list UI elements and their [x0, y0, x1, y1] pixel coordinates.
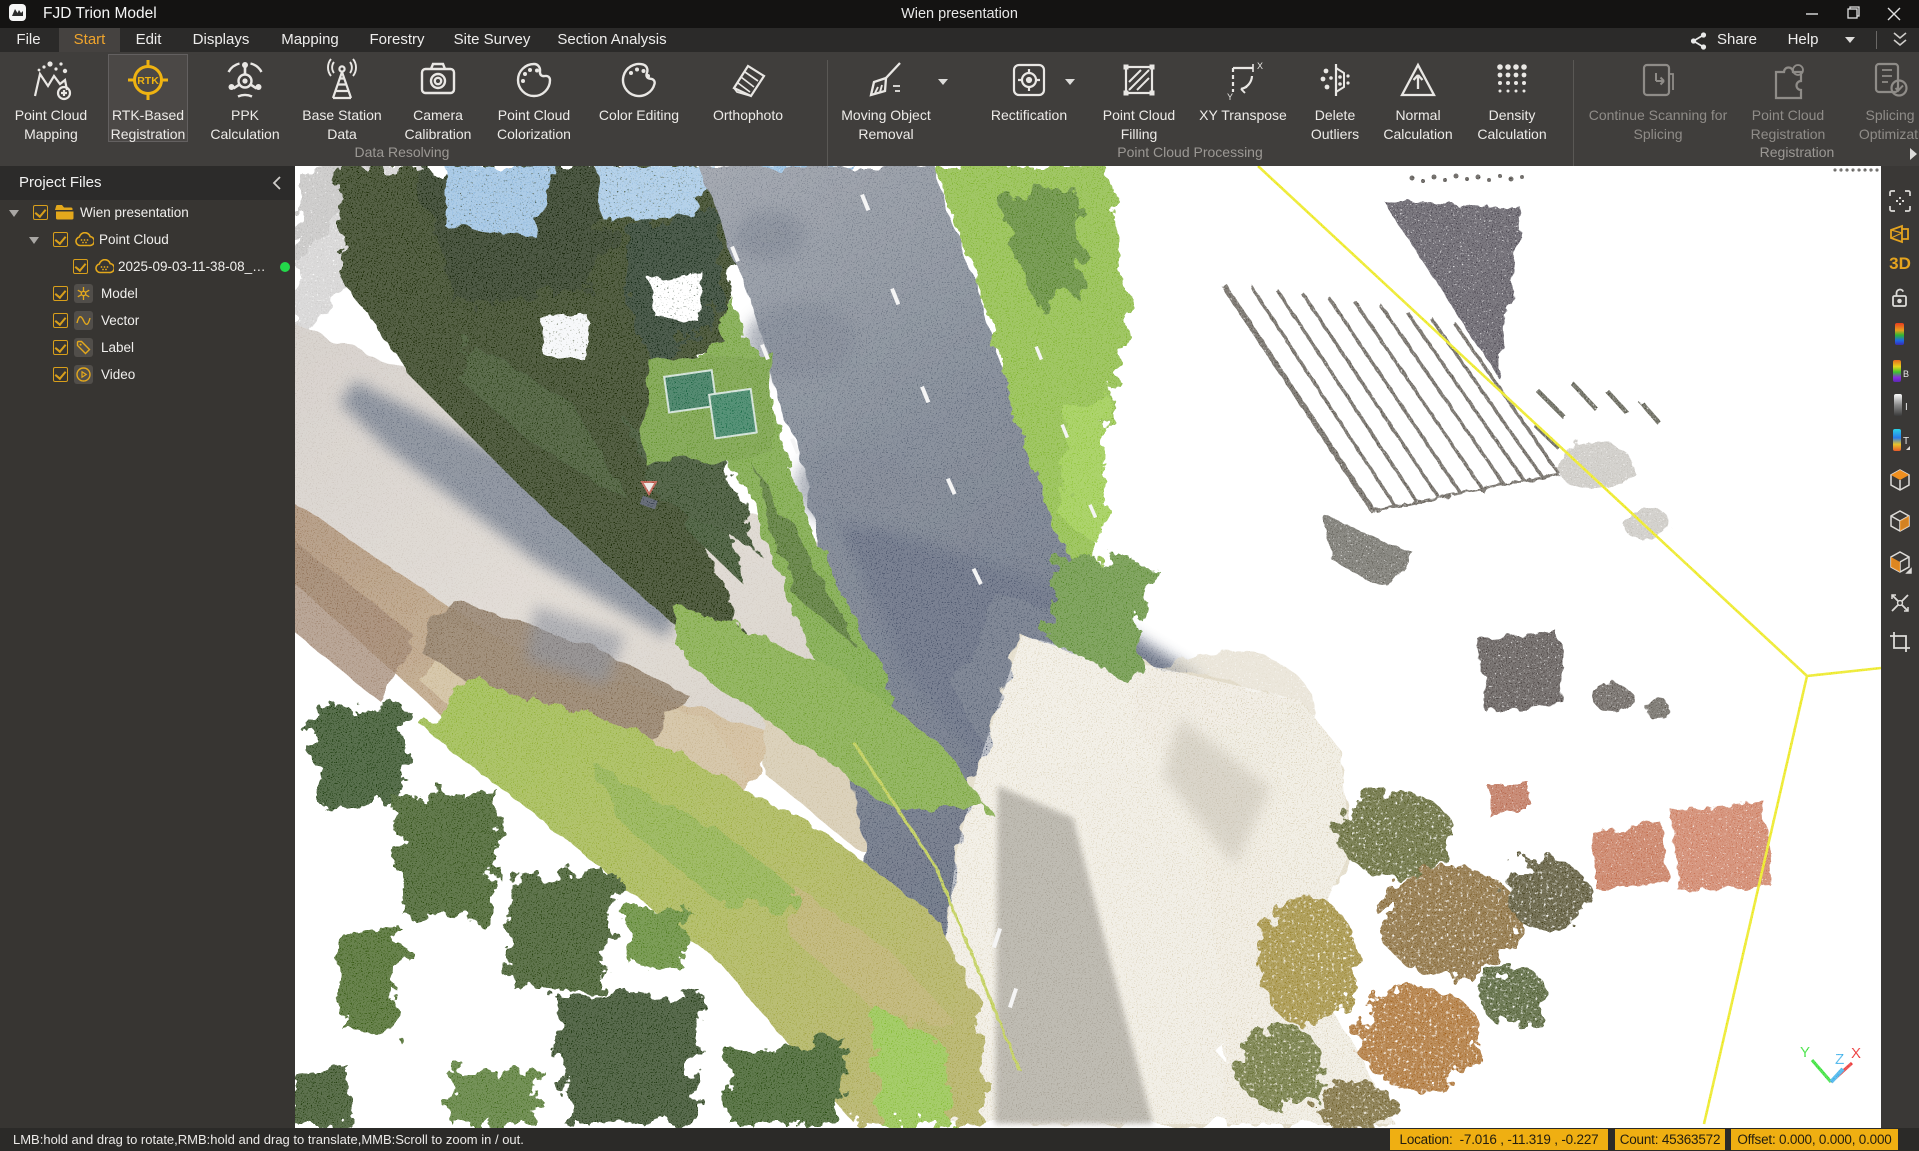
- svg-text:Y: Y: [1227, 92, 1233, 102]
- svg-text:X: X: [1257, 61, 1263, 71]
- svg-text:I: I: [1905, 402, 1908, 413]
- svg-text:T: T: [1903, 436, 1909, 447]
- svg-text:B: B: [1903, 369, 1909, 379]
- svg-text:RTK: RTK: [137, 75, 159, 87]
